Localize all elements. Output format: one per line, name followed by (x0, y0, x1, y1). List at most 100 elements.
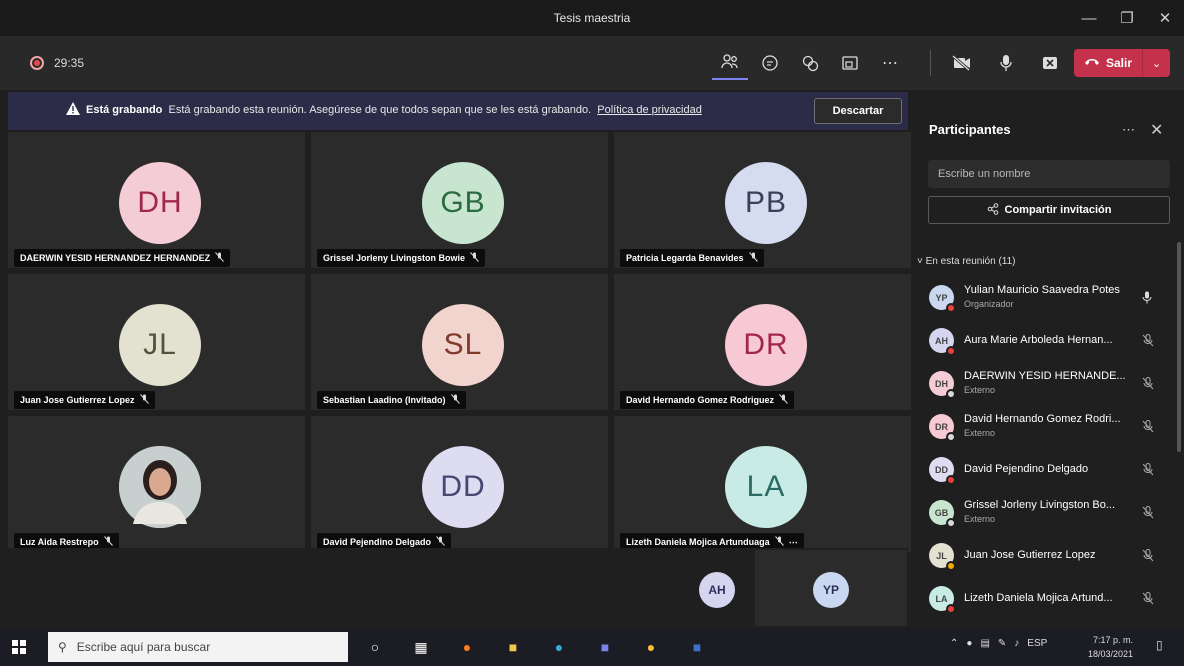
participants-icon[interactable] (712, 46, 748, 80)
chat-icon[interactable] (752, 46, 788, 80)
warning-icon (66, 102, 80, 120)
microphone-icon[interactable] (988, 46, 1024, 80)
participant-role: Externo (964, 428, 996, 438)
participant-row[interactable]: GB Grissel Jorleny Livingston Bo... Extern… (912, 493, 1174, 533)
reactions-icon[interactable] (792, 46, 828, 80)
microphone-tray-icon[interactable]: ● (966, 638, 972, 649)
chrome-icon[interactable]: ● (636, 632, 666, 662)
participant-row[interactable]: AH Aura Marie Arboleda Hernan... (912, 321, 1174, 361)
video-tile[interactable]: DH DAERWIN YESID HERNANDEZ HERNANDEZ (8, 132, 305, 268)
participant-row[interactable]: LA Lizeth Daniela Mojica Artund... (912, 579, 1174, 619)
avatar-initials: JL (143, 328, 177, 361)
window-controls: — ❐ ✕ (1070, 0, 1184, 36)
clock[interactable]: 7:17 p. m. 18/03/2021 (1088, 633, 1133, 661)
avatar-initials: DR (743, 328, 789, 361)
windows-start-icon[interactable] (12, 640, 26, 654)
panel-scrollbar[interactable] (1177, 242, 1181, 452)
avatar-initials: YP (935, 292, 948, 303)
section-header[interactable]: ˅ En esta reunión (11) (917, 256, 1016, 267)
participant-row[interactable]: DH DAERWIN YESID HERNANDE... Externo (912, 364, 1174, 404)
video-tile[interactable]: DR David Hernando Gomez Rodriguez (614, 274, 911, 410)
avatar: DD (422, 446, 504, 528)
leave-label-area[interactable]: Salir (1074, 56, 1142, 70)
participant-name: DAERWIN YESID HERNANDEZ HERNANDEZ (20, 253, 211, 263)
video-tile[interactable]: Luz Aida Restrepo (8, 416, 305, 552)
close-icon[interactable]: ✕ (1150, 120, 1163, 140)
video-tile[interactable]: DD David Pejendino Delgado (311, 416, 608, 552)
mic-muted-icon (450, 394, 460, 406)
more-options-icon[interactable]: ⋯ (1122, 122, 1135, 138)
participant-name: Juan Jose Gutierrez Lopez (964, 549, 1096, 561)
avatar: LA (725, 446, 807, 528)
dismiss-button[interactable]: Descartar (814, 98, 902, 124)
profile-photo (119, 446, 201, 528)
participant-name: DAERWIN YESID HERNANDE... (964, 370, 1126, 382)
video-tile[interactable]: JL Juan Jose Gutierrez Lopez (8, 274, 305, 410)
chevron-down-icon[interactable]: ⌄ (1142, 49, 1170, 77)
avatar: DH (119, 162, 201, 244)
participant-name-tag: Juan Jose Gutierrez Lopez (14, 391, 155, 409)
participant-name: Sebastian Laadino (Invitado) (323, 395, 446, 405)
language-indicator[interactable]: ESP (1027, 638, 1047, 649)
mic-muted-icon (215, 252, 225, 264)
participant-row[interactable]: JL Juan Jose Gutierrez Lopez (912, 536, 1174, 576)
participant-row[interactable]: YP Yulian Mauricio Saavedra Potes Organiza… (912, 278, 1174, 318)
leave-label: Salir (1106, 56, 1133, 70)
participant-row[interactable]: DR David Hernando Gomez Rodri... Externo (912, 407, 1174, 447)
volume-icon[interactable]: ♪ (1014, 638, 1019, 649)
recording-banner: Está grabando Está grabando esta reunión… (8, 92, 908, 130)
participant-name-tag: David Hernando Gomez Rodriguez (620, 391, 795, 409)
privacy-policy-link[interactable]: Política de privacidad (597, 104, 702, 116)
avatar-initials: PB (744, 186, 788, 219)
video-tile[interactable]: GB Grissel Jorleny Livingston Bowie (311, 132, 608, 268)
task-view-icon[interactable]: ▦ (406, 632, 436, 662)
edge-icon[interactable]: ● (544, 632, 574, 662)
participant-name-tag: DAERWIN YESID HERNANDEZ HERNANDEZ (14, 249, 231, 267)
participant-name: Aura Marie Arboleda Hernan... (964, 334, 1113, 346)
taskbar-search[interactable]: ⚲ Escribe aquí para buscar (48, 632, 348, 662)
video-tile[interactable]: LA Lizeth Daniela Mojica Artunduaga ⋯ (614, 416, 911, 552)
network-icon[interactable]: ▤ (980, 638, 989, 649)
notifications-icon[interactable]: ▯ (1156, 638, 1163, 652)
title-bar: Tesis maestria — ❐ ✕ (0, 0, 1184, 36)
tile-more-options-icon[interactable]: ⋯ (789, 537, 798, 548)
avatar-initials: SL (443, 328, 483, 361)
share-invite-button[interactable]: Compartir invitación (928, 196, 1170, 224)
minimize-button[interactable]: — (1070, 0, 1108, 36)
video-tile-small[interactable]: YP (755, 550, 907, 626)
more-options-icon[interactable]: ⋯ (872, 46, 908, 80)
video-tile[interactable]: SL Sebastian Laadino (Invitado) (311, 274, 608, 410)
avatar-initials: LA (935, 593, 948, 604)
pen-icon[interactable]: ✎ (998, 638, 1006, 649)
device-controls (944, 46, 1068, 80)
cortana-icon[interactable]: ○ (360, 632, 390, 662)
avatar-initials: DH (935, 378, 948, 389)
mic-muted-icon (1142, 549, 1154, 565)
avatar[interactable]: AH (699, 572, 735, 608)
leave-button[interactable]: Salir ⌄ (1074, 49, 1170, 77)
participant-row[interactable]: DD David Pejendino Delgado (912, 450, 1174, 490)
close-window-button[interactable]: ✕ (1146, 0, 1184, 36)
mic-muted-icon (748, 252, 758, 264)
avatar-initials: GB (440, 186, 486, 219)
word-icon[interactable]: ■ (682, 632, 712, 662)
participant-search-input[interactable] (928, 160, 1170, 188)
camera-off-icon[interactable] (944, 46, 980, 80)
video-tile[interactable]: PB Patricia Legarda Benavides (614, 132, 911, 268)
maximize-button[interactable]: ❐ (1108, 0, 1146, 36)
rooms-icon[interactable] (832, 46, 868, 80)
mic-muted-icon (1142, 463, 1154, 479)
overflow-strip: AH YP (0, 548, 908, 626)
banner-message: Está grabando esta reunión. Asegúrese de… (168, 104, 592, 116)
firefox-icon[interactable]: ● (452, 632, 482, 662)
file-explorer-icon[interactable]: ■ (498, 632, 528, 662)
participant-name: Lizeth Daniela Mojica Artund... (964, 592, 1113, 604)
avatar-initials: DR (935, 421, 948, 432)
avatar-initials: AH (935, 335, 948, 346)
avatar-initials: GB (934, 507, 949, 518)
avatar-initials: DH (137, 186, 183, 219)
share-screen-icon[interactable] (1032, 46, 1068, 80)
teams-icon[interactable]: ■ (590, 632, 620, 662)
chevron-up-icon[interactable]: ⌃ (950, 638, 958, 649)
video-grid: DH DAERWIN YESID HERNANDEZ HERNANDEZ GB Gri… (8, 132, 911, 552)
